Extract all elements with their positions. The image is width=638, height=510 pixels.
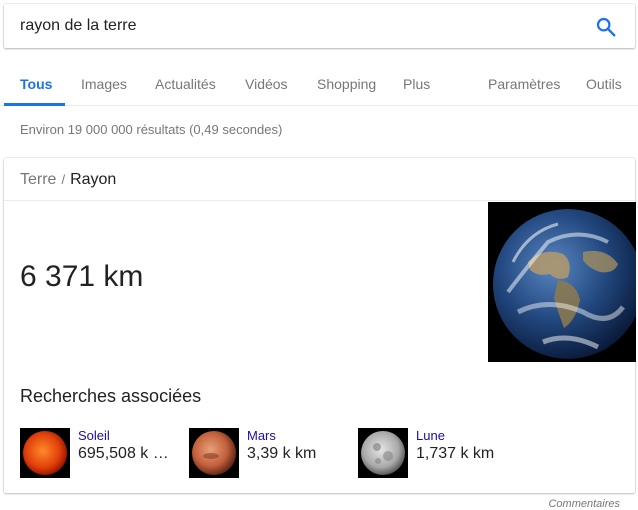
knowledge-card: Terre / Rayon 6 371 km Recherches associée…: [4, 158, 636, 493]
breadcrumb-separator: /: [61, 172, 66, 187]
earth-image[interactable]: [488, 202, 636, 362]
related-item-soleil[interactable]: Soleil 695,508 k …: [20, 428, 180, 478]
breadcrumb-parent[interactable]: Terre: [20, 171, 56, 188]
feedback-link[interactable]: Commentaires: [548, 498, 620, 510]
related-item-mars[interactable]: Mars 3,39 k km: [189, 428, 349, 478]
tab-shopping[interactable]: Shopping: [317, 76, 376, 92]
related-value: 3,39 k km: [247, 445, 317, 462]
related-searches-title: Recherches associées: [20, 386, 202, 406]
active-tab-indicator: [4, 103, 65, 106]
related-value: 695,508 k …: [78, 445, 169, 462]
mars-image: [189, 428, 239, 478]
tab-images[interactable]: Images: [81, 76, 127, 92]
search-box: [4, 4, 635, 48]
tab-tous[interactable]: Tous: [20, 76, 52, 92]
breadcrumb: Terre / Rayon: [20, 171, 116, 189]
breadcrumb-current: Rayon: [70, 171, 117, 188]
tab-videos[interactable]: Vidéos: [245, 76, 288, 92]
related-name[interactable]: Mars: [247, 428, 276, 443]
tab-actualites[interactable]: Actualités: [155, 76, 216, 92]
card-divider: [4, 200, 635, 201]
related-name[interactable]: Soleil: [78, 428, 110, 443]
tab-parametres[interactable]: Paramètres: [488, 76, 560, 92]
answer-value: 6 371 km: [20, 260, 144, 293]
search-input[interactable]: [20, 4, 560, 48]
tab-plus[interactable]: Plus: [403, 76, 430, 92]
related-value: 1,737 k km: [416, 445, 495, 462]
moon-image: [358, 428, 408, 478]
search-tabs: Tous Images Actualités Vidéos Shopping P…: [0, 66, 638, 106]
related-name[interactable]: Lune: [416, 428, 445, 443]
result-stats: Environ 19 000 000 résultats (0,49 secon…: [20, 122, 283, 137]
tab-outils[interactable]: Outils: [586, 76, 622, 92]
sun-image: [20, 428, 70, 478]
search-icon[interactable]: [595, 16, 617, 38]
related-item-lune[interactable]: Lune 1,737 k km: [358, 428, 518, 478]
